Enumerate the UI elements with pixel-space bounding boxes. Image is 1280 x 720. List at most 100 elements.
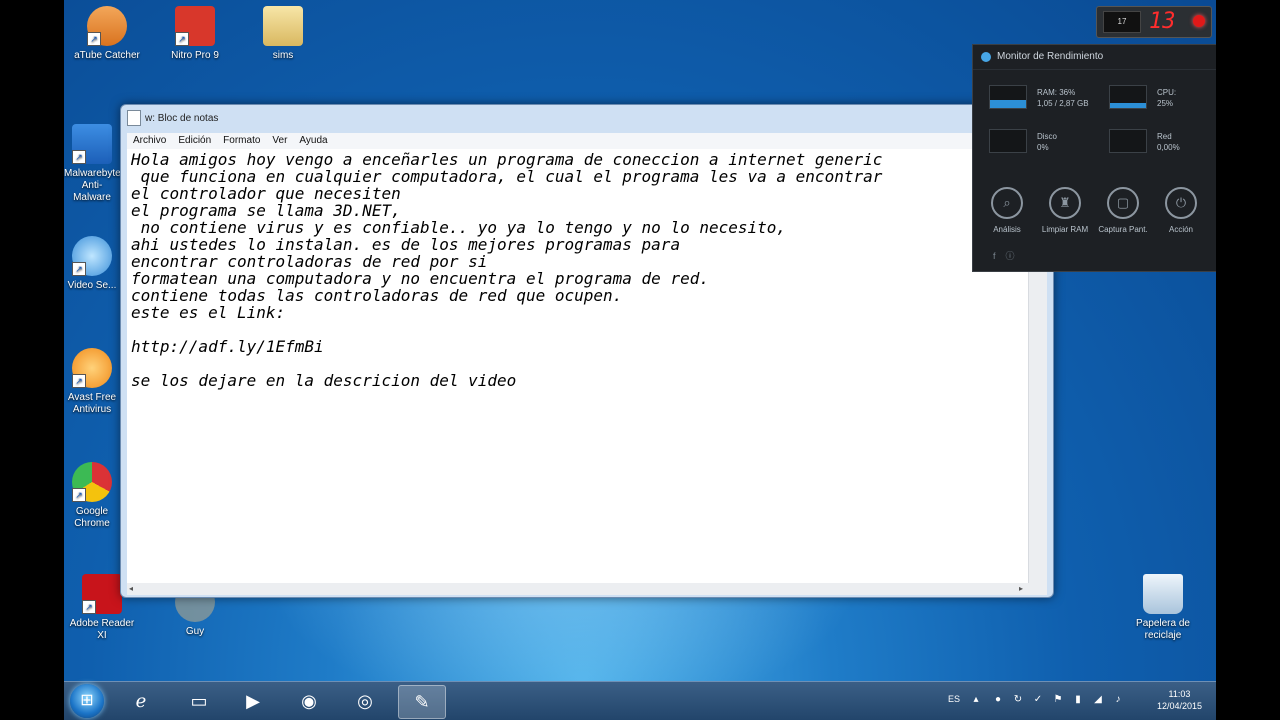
facebook-icon[interactable]: f <box>993 251 996 261</box>
notepad-title-bar[interactable]: w: Bloc de notas <box>127 109 1047 129</box>
desktop-icon-atube[interactable]: ↗ aTube Catcher <box>68 6 146 62</box>
notepad-text[interactable]: Hola amigos hoy vengo a enceñarles un pr… <box>131 151 1025 389</box>
desktop-icon-label: Nitro Pro 9 <box>171 50 219 61</box>
disk-stat: Disco 0% <box>1037 131 1057 153</box>
recorder-widget[interactable]: 17 13 <box>1096 6 1212 38</box>
notepad-taskbar-icon[interactable]: ✎ <box>398 685 446 719</box>
notepad-title: w: Bloc de notas <box>145 113 219 124</box>
desktop-icon-label: Adobe Reader XI <box>69 618 135 641</box>
atube-icon: ↗ <box>87 6 127 46</box>
cpu-value: 25% <box>1157 99 1174 108</box>
tray-shield-icon[interactable]: ✓ <box>1032 694 1044 706</box>
clock-time: 11:03 <box>1168 689 1191 699</box>
desktop-icon-label: Papelera de reciclaje <box>1136 618 1190 641</box>
desktop-icon-chrome[interactable]: ↗ Google Chrome <box>64 462 120 530</box>
network-value: 0,00% <box>1157 143 1180 152</box>
action-label: Acción <box>1168 225 1193 234</box>
start-button-icon[interactable]: ⊞ <box>70 684 104 718</box>
recorder-counter: 13 <box>1149 9 1176 34</box>
folder-icon <box>263 6 303 46</box>
taskbar: ⊞ ℯ ▭ ▶ ◉ ◎ ✎ ES ▴ ● ↻ ✓ ⚑ ▮ ◢ ♪ 11:03 1… <box>64 681 1216 720</box>
info-icon[interactable]: ⓘ <box>1006 251 1015 261</box>
action-button[interactable]: ⏻ Acción <box>1153 187 1209 235</box>
desktop-icon-label: aTube Catcher <box>74 50 140 61</box>
tray-flag-icon[interactable]: ⚑ <box>1052 694 1064 706</box>
menu-ayuda[interactable]: Ayuda <box>293 133 333 149</box>
malwarebytes-icon: ↗ <box>72 124 112 164</box>
horizontal-scrollbar[interactable]: ◂ ▸ <box>127 583 1047 595</box>
tray-app-icon[interactable]: ● <box>992 694 1004 706</box>
chrome-taskbar-icon[interactable]: ◉ <box>286 685 332 717</box>
adobe-reader-icon: ↗ <box>82 574 122 614</box>
ram-meter-fill <box>990 100 1026 108</box>
desktop-icon-label: sims <box>272 50 294 61</box>
disk-value: 0% <box>1037 143 1049 152</box>
broom-icon: ♜ <box>1049 187 1081 219</box>
file-explorer-icon[interactable]: ▭ <box>176 685 222 717</box>
language-indicator[interactable]: ES <box>948 694 960 704</box>
monitor-logo-icon <box>981 52 991 62</box>
cpu-meter <box>1109 85 1147 109</box>
volume-icon[interactable]: ♪ <box>1112 694 1124 706</box>
network-signal-icon[interactable]: ◢ <box>1092 694 1104 706</box>
network-meter <box>1109 129 1147 153</box>
chrome-icon: ↗ <box>72 462 112 502</box>
ram-stat: RAM: 36% 1,05 / 2,87 GB <box>1037 87 1089 109</box>
desktop-icon-malwarebytes[interactable]: ↗ Malwarebytes Anti-Malware <box>64 124 126 204</box>
clean-ram-button[interactable]: ♜ Limpiar RAM <box>1037 187 1093 235</box>
menu-formato[interactable]: Formato <box>217 133 266 149</box>
network-stat: Red 0,00% <box>1157 131 1180 153</box>
menu-edicion[interactable]: Edición <box>172 133 217 149</box>
monitor-title: Monitor de Rendimiento <box>997 51 1104 62</box>
screenshot-label: Captura Pant. <box>1098 225 1148 234</box>
desktop-icon-recycle-bin[interactable]: Papelera de reciclaje <box>1124 574 1202 642</box>
screenshot-button[interactable]: ▢ Captura Pant. <box>1095 187 1151 235</box>
cpu-stat: CPU: 25% <box>1157 87 1176 109</box>
menu-archivo[interactable]: Archivo <box>127 133 172 149</box>
camera-icon: ▢ <box>1107 187 1139 219</box>
notepad-icon <box>127 110 141 127</box>
tray-battery-icon[interactable]: ▮ <box>1072 694 1084 706</box>
clean-ram-label: Limpiar RAM <box>1041 225 1089 234</box>
show-hidden-icons-icon[interactable]: ▴ <box>970 694 982 706</box>
desktop-icon-label: Avast Free Antivirus <box>67 392 117 415</box>
desktop-icon-sims[interactable]: sims <box>244 6 322 62</box>
internet-explorer-icon[interactable]: ℯ <box>118 685 164 717</box>
ram-meter <box>989 85 1027 109</box>
clock[interactable]: 11:03 12/04/2015 <box>1157 688 1202 712</box>
monitor-footer: f ⓘ <box>993 249 1015 262</box>
ram-label: RAM: 36% <box>1037 88 1076 97</box>
globe-icon: ↗ <box>72 236 112 276</box>
avast-icon: ↗ <box>72 348 112 388</box>
menu-ver[interactable]: Ver <box>266 133 293 149</box>
network-label: Red <box>1157 132 1172 141</box>
desktop-icon-label: Guy <box>185 626 205 637</box>
cpu-label: CPU: <box>1157 88 1177 97</box>
clock-date: 12/04/2015 <box>1156 701 1202 711</box>
notepad-window[interactable]: w: Bloc de notas ✕ ArchivoEdiciónFormato… <box>120 104 1054 598</box>
nitro-icon: ↗ <box>175 6 215 46</box>
record-button-icon[interactable] <box>1193 15 1205 27</box>
desktop-icon-avast[interactable]: ↗ Avast Free Antivirus <box>64 348 120 416</box>
scroll-left-icon[interactable]: ◂ <box>129 584 133 593</box>
ram-detail: 1,05 / 2,87 GB <box>1037 99 1089 108</box>
desktop-icon-video[interactable]: ↗ Video Se... <box>64 236 120 292</box>
system-tray: ES ▴ ● ↻ ✓ ⚑ ▮ ◢ ♪ 11:03 12/04/2015 <box>926 682 1216 720</box>
performance-monitor: Monitor de Rendimiento RAM: 36% 1,05 / 2… <box>972 44 1216 272</box>
recorder-small-display: 17 <box>1103 11 1141 33</box>
tray-sync-icon[interactable]: ↻ <box>1012 694 1024 706</box>
analysis-label: Análisis <box>993 225 1021 234</box>
disk-label: Disco <box>1037 132 1058 141</box>
recycle-bin-icon <box>1143 574 1183 614</box>
desktop: ↗ aTube Catcher ↗ Nitro Pro 9 sims ↗ Mal… <box>64 0 1216 720</box>
media-player-icon[interactable]: ▶ <box>230 685 276 717</box>
disk-meter <box>989 129 1027 153</box>
monitor-header: Monitor de Rendimiento <box>973 45 1216 70</box>
notepad-editor[interactable]: Hola amigos hoy vengo a enceñarles un pr… <box>127 149 1047 583</box>
messenger-icon[interactable]: ◎ <box>342 685 388 717</box>
desktop-icon-nitro[interactable]: ↗ Nitro Pro 9 <box>156 6 234 62</box>
cpu-meter-fill <box>1110 102 1146 108</box>
scroll-right-icon[interactable]: ▸ <box>1019 584 1023 593</box>
analysis-button[interactable]: ⌕ Análisis <box>979 187 1035 235</box>
notepad-menu-bar: Archivo Edición Formato Ver Ayuda <box>127 133 1047 150</box>
